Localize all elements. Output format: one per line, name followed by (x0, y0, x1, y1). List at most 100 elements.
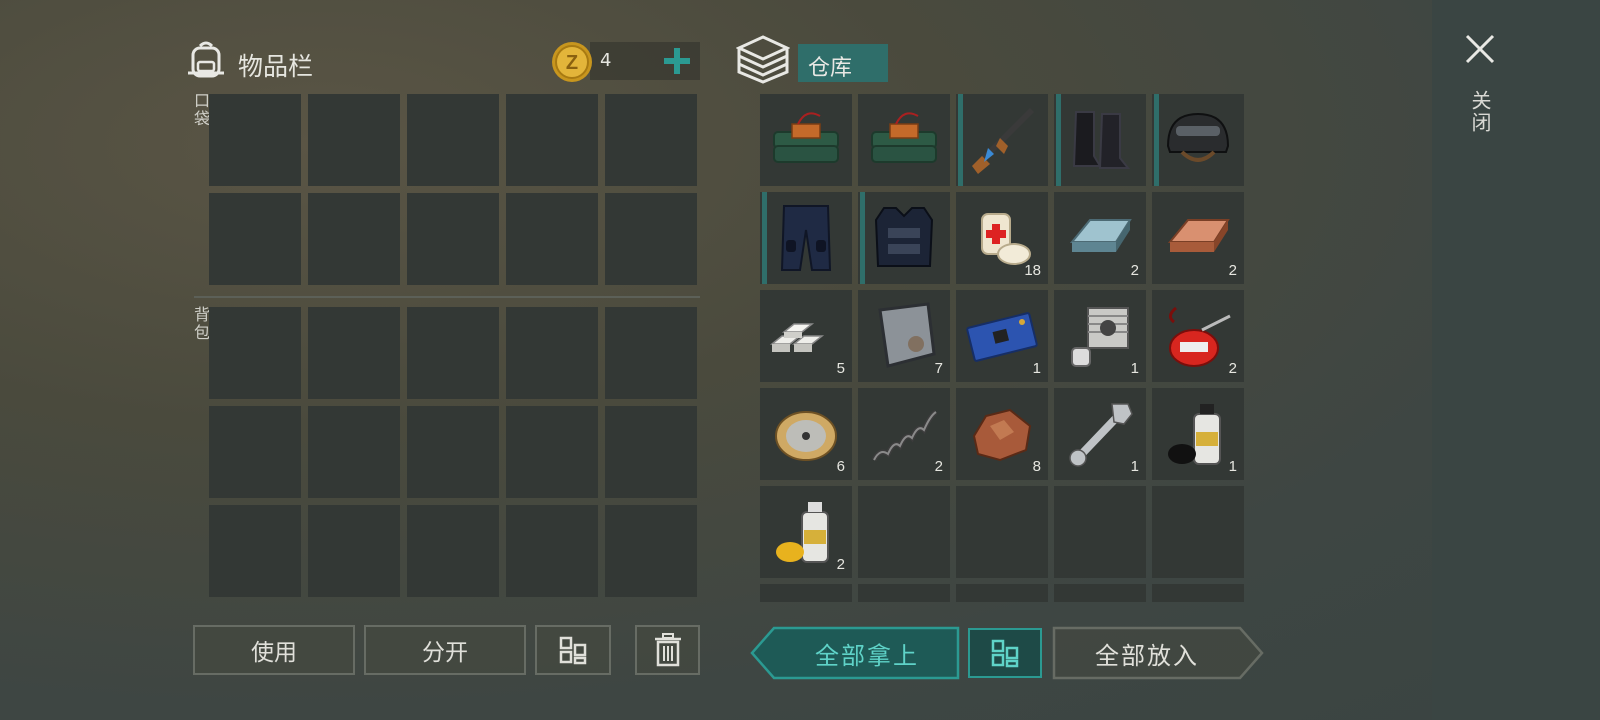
backpack-slot[interactable] (605, 505, 697, 597)
backpack-slot[interactable] (407, 505, 499, 597)
c4-explosive-icon (773, 112, 839, 163)
engine-cylinder-icon (1071, 307, 1129, 367)
backpack-slot[interactable] (308, 505, 400, 597)
item-count: 7 (934, 360, 943, 377)
storage-slot[interactable] (858, 94, 950, 186)
storage-slot[interactable]: 7 (858, 290, 950, 382)
backpack-slot[interactable] (407, 406, 499, 498)
combat-boots-icon (1072, 111, 1131, 169)
wrench-icon (1069, 403, 1133, 467)
backpack-slot[interactable] (209, 505, 301, 597)
backpack-slot[interactable] (605, 307, 697, 399)
storage-slot[interactable] (760, 192, 852, 284)
pocket-slot[interactable] (605, 94, 697, 186)
inventory-title: 物品栏 (238, 52, 314, 81)
item-count: 8 (1032, 458, 1041, 475)
item-count: 2 (836, 556, 845, 573)
trash-icon (654, 633, 681, 667)
storage-slot[interactable] (1152, 584, 1244, 602)
storage-slot[interactable] (956, 94, 1048, 186)
item-count: 2 (934, 458, 943, 475)
use-button[interactable]: 使用 (193, 625, 355, 675)
backpack-slot[interactable] (605, 406, 697, 498)
item-count: 18 (1024, 262, 1041, 279)
storage-slot[interactable] (858, 486, 950, 578)
storage-slot[interactable] (1152, 94, 1244, 186)
storage-slot[interactable] (858, 584, 950, 602)
storage-title: 仓库 (808, 56, 853, 81)
storage-slot[interactable] (760, 94, 852, 186)
storage-slot[interactable]: 1 (1054, 290, 1146, 382)
backpack-slot[interactable] (506, 307, 598, 399)
spray-paint-yellow-icon (776, 502, 829, 563)
wire-spool-icon (775, 411, 837, 461)
backpack-slot[interactable] (407, 307, 499, 399)
storage-icon (736, 35, 790, 84)
item-count: 1 (1130, 458, 1139, 475)
storage-slot[interactable]: 1 (1054, 388, 1146, 480)
item-count: 2 (1228, 262, 1237, 279)
c4-explosive-icon (871, 112, 937, 163)
pocket-slot[interactable] (209, 193, 301, 285)
storage-slot[interactable] (956, 486, 1048, 578)
pocket-slot[interactable] (407, 193, 499, 285)
close-label[interactable]: 关闭 (1466, 90, 1495, 134)
copper-ingot-icon (1167, 219, 1230, 252)
storage-slot[interactable] (858, 192, 950, 284)
sort-storage-button[interactable] (968, 628, 1042, 678)
add-coins-button[interactable] (662, 46, 692, 76)
storage-slot[interactable] (1054, 94, 1146, 186)
pocket-slot[interactable] (308, 94, 400, 186)
put-all-button[interactable]: 全部放入 (1054, 626, 1240, 680)
combat-helmet-icon (1166, 112, 1230, 162)
pocket-slot[interactable] (605, 193, 697, 285)
backpack-slot[interactable] (506, 505, 598, 597)
pocket-slot[interactable] (506, 94, 598, 186)
coin-count: 4 (600, 50, 612, 71)
take-all-button[interactable]: 全部拿上 (776, 626, 958, 680)
backpack-slot[interactable] (506, 406, 598, 498)
section-divider (194, 296, 700, 298)
delete-button[interactable] (635, 625, 700, 675)
storage-slot[interactable] (1054, 584, 1146, 602)
steel-ingot-icon (1069, 219, 1132, 252)
item-count: 1 (1130, 360, 1139, 377)
storage-slot[interactable] (1152, 486, 1244, 578)
backpack-slot[interactable] (308, 307, 400, 399)
pocket-slot[interactable] (308, 193, 400, 285)
storage-slot[interactable] (1054, 486, 1146, 578)
storage-slot[interactable]: 8 (956, 388, 1048, 480)
oil-can-icon (1169, 306, 1231, 367)
grid-sort-icon (559, 636, 587, 665)
pocket-slot[interactable] (407, 94, 499, 186)
police-vest-icon (874, 207, 934, 267)
storage-slot[interactable] (956, 584, 1048, 602)
aluminum-bars-icon (769, 323, 825, 352)
coin-icon: Z (552, 42, 592, 82)
storage-slot[interactable]: 2 (1152, 290, 1244, 382)
metal-plate-icon (878, 302, 936, 368)
backpack-slot[interactable] (308, 406, 400, 498)
tactical-pants-icon (780, 205, 832, 271)
storage-slot[interactable]: 2 (760, 486, 852, 578)
storage-slot[interactable]: 18 (956, 192, 1048, 284)
backpack-slot[interactable] (209, 307, 301, 399)
storage-slot[interactable]: 6 (760, 388, 852, 480)
sort-inventory-button[interactable] (535, 625, 611, 675)
pocket-slot[interactable] (506, 193, 598, 285)
backpack-icon (188, 41, 224, 78)
storage-slot[interactable]: 2 (1152, 192, 1244, 284)
backpack-slot[interactable] (209, 406, 301, 498)
circuit-board-icon (966, 312, 1038, 362)
storage-slot[interactable]: 2 (858, 388, 950, 480)
storage-slot[interactable] (760, 584, 852, 602)
split-button[interactable]: 分开 (364, 625, 526, 675)
storage-slot[interactable]: 5 (760, 290, 852, 382)
close-icon[interactable] (1463, 32, 1497, 66)
storage-slot[interactable]: 1 (1152, 388, 1244, 480)
pocket-slot[interactable] (209, 94, 301, 186)
storage-slot[interactable]: 1 (956, 290, 1048, 382)
copper-ore-icon (972, 408, 1032, 462)
svg-text:Z: Z (566, 52, 578, 74)
storage-slot[interactable]: 2 (1054, 192, 1146, 284)
